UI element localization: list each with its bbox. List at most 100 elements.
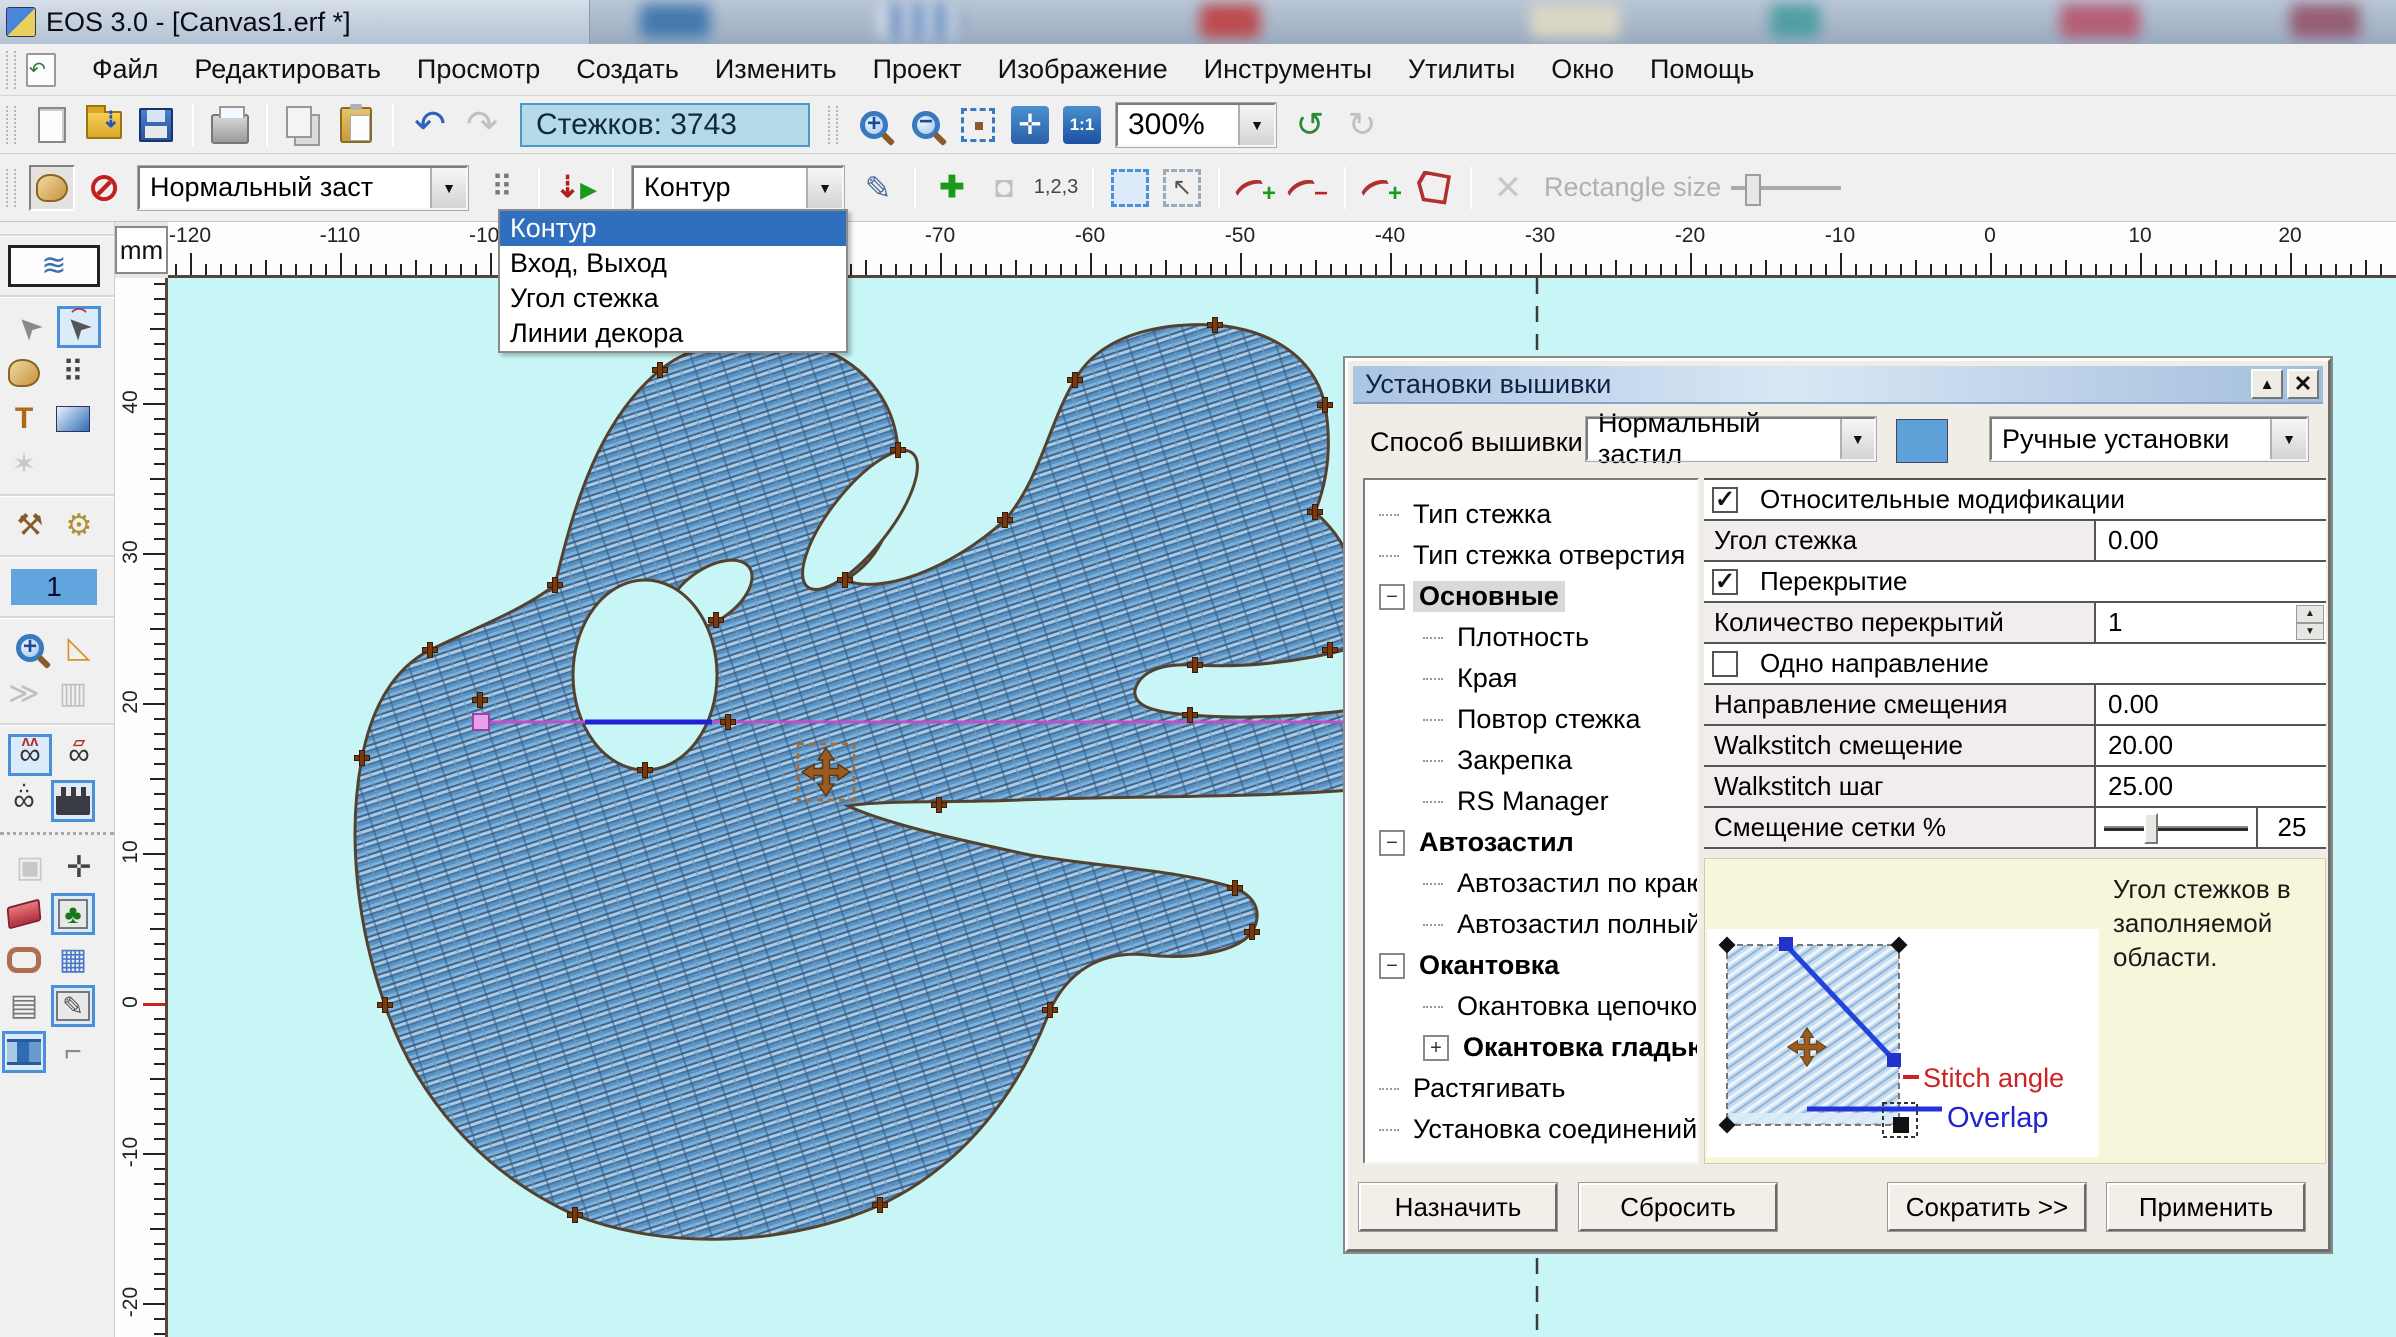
shape-tool[interactable] bbox=[2, 352, 46, 394]
hammer-tool[interactable]: ⚒ bbox=[8, 505, 52, 547]
shape-node[interactable] bbox=[1308, 505, 1322, 519]
undo-button[interactable]: ↶ bbox=[407, 102, 453, 148]
menu-item-3[interactable]: Создать bbox=[558, 48, 697, 91]
background-toggle[interactable]: ♣ bbox=[51, 893, 95, 935]
shape-node[interactable] bbox=[1043, 1003, 1057, 1017]
gears-tool[interactable]: ⚙ bbox=[57, 505, 101, 547]
tree-item-label[interactable]: Окантовка bbox=[1413, 950, 1565, 981]
tree-expander-icon[interactable]: − bbox=[1379, 830, 1405, 856]
tree-item-0[interactable]: Тип стежка bbox=[1365, 494, 1697, 535]
simulate-stitch-tool[interactable]: ≫ bbox=[2, 673, 46, 715]
magic-wand-tool[interactable]: ✶ bbox=[2, 444, 46, 486]
frame-tool[interactable]: ▣ bbox=[8, 847, 52, 889]
menu-item-7[interactable]: Инструменты bbox=[1186, 48, 1390, 91]
tree-item-label[interactable]: Повтор стежка bbox=[1451, 704, 1647, 735]
settings-mode-combo[interactable]: Ручные установки ▼ bbox=[1990, 417, 2308, 461]
node-edit-tool[interactable]: ➤⌒ bbox=[57, 306, 101, 348]
slider-track[interactable] bbox=[2104, 826, 2248, 831]
bars-toggle[interactable] bbox=[2, 1031, 46, 1073]
shape-node[interactable] bbox=[1228, 881, 1242, 895]
menu-item-6[interactable]: Изображение bbox=[980, 48, 1186, 91]
assign-button[interactable]: Назначить bbox=[1359, 1183, 1557, 1231]
print-button[interactable] bbox=[207, 102, 253, 148]
fill-shape-button[interactable] bbox=[29, 165, 75, 211]
tree-item-label[interactable]: Основные bbox=[1413, 581, 1565, 612]
tree-item-label[interactable]: Края bbox=[1451, 663, 1523, 694]
rectangle-size-slider[interactable] bbox=[1731, 168, 1841, 208]
grid-toggle[interactable]: ▦ bbox=[51, 939, 95, 981]
stitch-list-button[interactable]: ≋ bbox=[8, 245, 100, 287]
draw-pen-button[interactable]: ✎ bbox=[855, 165, 901, 211]
move-origin-tool[interactable]: ✛ bbox=[57, 847, 101, 889]
tree-item-label[interactable]: Автозастил bbox=[1413, 827, 1580, 858]
zoom-actual-button[interactable]: 1:1 bbox=[1059, 102, 1105, 148]
no-fill-button[interactable]: ⊘ bbox=[81, 165, 127, 211]
shape-node[interactable] bbox=[1183, 708, 1197, 722]
next-zoom-button[interactable]: ↻ bbox=[1339, 102, 1385, 148]
tree-expander-icon[interactable]: − bbox=[1379, 953, 1405, 979]
tree-item-label[interactable]: Тип стежка отверстия bbox=[1407, 540, 1691, 571]
tree-item-label[interactable]: Автозастил по краю bbox=[1451, 868, 1699, 899]
previous-zoom-button[interactable]: ↺ bbox=[1287, 102, 1333, 148]
dropdown-item-0[interactable]: Контур bbox=[500, 211, 846, 246]
numbering-button[interactable]: 1,2,3 bbox=[1033, 165, 1079, 211]
menu-item-1[interactable]: Редактировать bbox=[176, 48, 399, 91]
tree-expander-icon[interactable]: + bbox=[1423, 1035, 1449, 1061]
menu-item-4[interactable]: Изменить bbox=[697, 48, 855, 91]
shape-node[interactable] bbox=[721, 715, 735, 729]
shape-node[interactable] bbox=[873, 1198, 887, 1212]
toolbar-grip[interactable] bbox=[6, 169, 16, 207]
edit-part-combo[interactable]: Контур ▼ bbox=[632, 166, 844, 210]
line-start-handle[interactable] bbox=[473, 714, 489, 730]
delete-shape-button[interactable]: ✕ bbox=[1485, 165, 1531, 211]
shape-node[interactable] bbox=[1323, 643, 1337, 657]
save-button[interactable] bbox=[133, 102, 179, 148]
property-value[interactable]: 20.00 bbox=[2096, 726, 2326, 765]
mesh-edit-tool[interactable]: ⠿ bbox=[51, 352, 95, 394]
property-value[interactable]: 0.00 bbox=[2096, 521, 2326, 560]
add-stitch-button[interactable]: ✚ bbox=[929, 165, 975, 211]
chevron-down-icon[interactable]: ▼ bbox=[1840, 419, 1874, 459]
zoom-in-button[interactable] bbox=[851, 102, 897, 148]
spinner-up-icon[interactable]: ▲ bbox=[2296, 605, 2324, 623]
color-block-button[interactable]: 1 bbox=[8, 566, 100, 608]
select-objects-button[interactable]: ↖ bbox=[1159, 165, 1205, 211]
tree-item-8[interactable]: −Автозастил bbox=[1365, 822, 1697, 863]
menu-item-2[interactable]: Просмотр bbox=[399, 48, 558, 91]
dialog-titlebar[interactable]: Установки вышивки ▲ ✕ bbox=[1353, 366, 2323, 404]
tree-item-label[interactable]: Автозастил полный bbox=[1451, 909, 1699, 940]
tree-item-7[interactable]: RS Manager bbox=[1365, 781, 1697, 822]
tree-item-3[interactable]: Плотность bbox=[1365, 617, 1697, 658]
checkbox-checked[interactable]: ✓ bbox=[1712, 569, 1738, 595]
menu-item-5[interactable]: Проект bbox=[855, 48, 980, 91]
shape-node[interactable] bbox=[1068, 373, 1082, 387]
hoop-tool[interactable] bbox=[2, 939, 46, 981]
design-canvas[interactable]: Установки вышивки ▲ ✕ Способ вышивки: Но… bbox=[168, 278, 2396, 1337]
shape-node[interactable] bbox=[1188, 658, 1202, 672]
collapse-dialog-button[interactable]: Сократить >> bbox=[1888, 1183, 2086, 1231]
slider-thumb[interactable] bbox=[2144, 813, 2158, 844]
machine-view-tool[interactable]: ▥ bbox=[51, 673, 95, 715]
tree-item-5[interactable]: Повтор стежка bbox=[1365, 699, 1697, 740]
measure-tool[interactable]: ◺ bbox=[57, 627, 101, 669]
tree-item-9[interactable]: Автозастил по краю bbox=[1365, 863, 1697, 904]
checkbox-checked[interactable]: ✓ bbox=[1712, 487, 1738, 513]
shape-node[interactable] bbox=[653, 363, 667, 377]
shape-node[interactable] bbox=[1245, 925, 1259, 939]
tree-item-label[interactable]: Окантовка цепочкой bbox=[1451, 991, 1699, 1022]
tree-item-label[interactable]: Закрепка bbox=[1451, 745, 1578, 776]
shape-node[interactable] bbox=[568, 1208, 582, 1222]
menu-item-10[interactable]: Помощь bbox=[1632, 48, 1772, 91]
select-tool[interactable]: ➤ bbox=[8, 306, 52, 348]
fabric-tool[interactable] bbox=[2, 893, 46, 935]
zoom-out-button[interactable] bbox=[903, 102, 949, 148]
tree-item-11[interactable]: −Окантовка bbox=[1365, 945, 1697, 986]
redo-button[interactable]: ↷ bbox=[459, 102, 505, 148]
shape-node[interactable] bbox=[638, 763, 652, 777]
tree-item-14[interactable]: Растягивать bbox=[1365, 1068, 1697, 1109]
shape-node[interactable] bbox=[473, 693, 487, 707]
property-value[interactable]: 0.00 bbox=[2096, 685, 2326, 724]
paste-button[interactable] bbox=[333, 102, 379, 148]
open-button[interactable] bbox=[81, 102, 127, 148]
view-film-toggle[interactable] bbox=[51, 780, 95, 822]
